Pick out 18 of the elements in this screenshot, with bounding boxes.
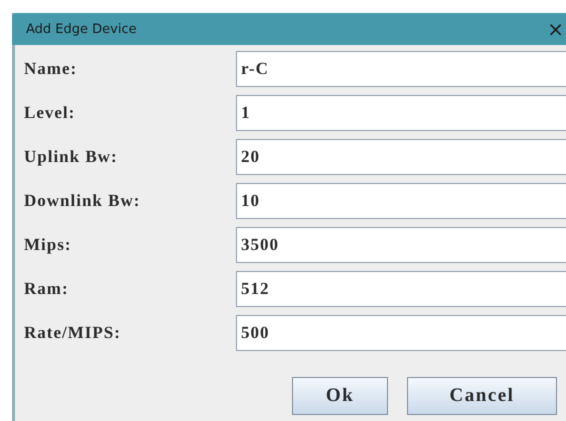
window-title: Add Edge Device [26,22,137,36]
close-button[interactable]: × [547,19,566,39]
input-field[interactable]: 3500 [236,227,566,263]
input-field[interactable]: 500 [236,315,566,351]
field-label: Rate/MIPS: [24,323,122,343]
field-label: Level: [24,103,76,123]
input-field[interactable]: r-C [236,51,566,87]
field-label: Ram: [24,279,70,299]
cancel-button[interactable]: Cancel [407,377,557,415]
input-field[interactable]: 1 [236,95,566,131]
ok-button[interactable]: Ok [292,377,388,415]
field-label: Uplink Bw: [24,147,119,167]
field-label: Name: [24,59,78,79]
input-field[interactable]: 512 [236,271,566,307]
field-label: Mips: [24,235,72,255]
input-field[interactable]: 10 [236,183,566,219]
input-field[interactable]: 20 [236,139,566,175]
field-label: Downlink Bw: [24,191,142,211]
